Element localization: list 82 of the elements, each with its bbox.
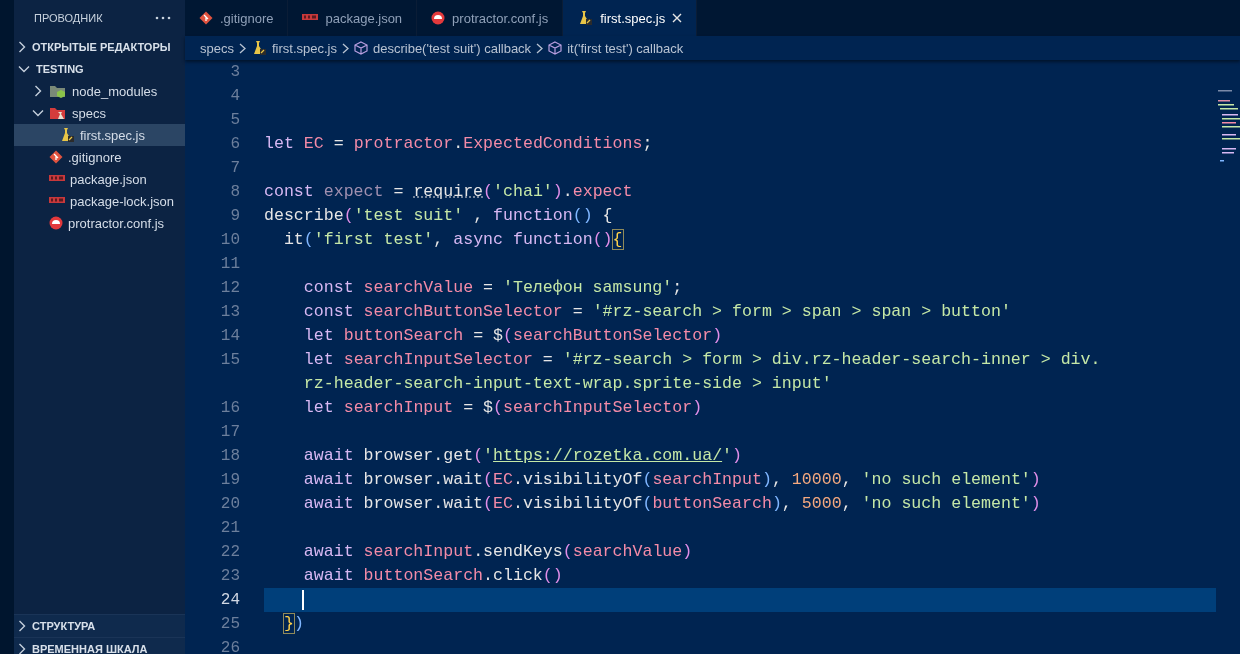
- more-icon[interactable]: [155, 16, 171, 20]
- sidebar-title: ПРОВОДНИК: [34, 12, 103, 24]
- line-number: 26: [219, 639, 240, 654]
- line-number: 14: [219, 327, 240, 345]
- cube-icon: [548, 41, 563, 55]
- line-number: 16: [219, 399, 240, 417]
- editor-tab[interactable]: first.spec.js: [563, 0, 698, 36]
- code-line: rz-header-search-input-text-wrap.sprite-side > input': [302, 373, 832, 395]
- close-icon[interactable]: [672, 13, 683, 23]
- code-line: }): [282, 613, 304, 635]
- code-line: let searchInput = $(searchInputSelector): [302, 397, 703, 419]
- code-line: const searchValue = 'Телефон samsung';: [302, 277, 683, 299]
- code-line: await searchInput.sendKeys(searchValue): [302, 541, 693, 563]
- npm-icon: [49, 175, 65, 183]
- chevron-down-icon: [32, 109, 44, 117]
- line-number: 8: [229, 183, 240, 201]
- line-number: 6: [229, 135, 240, 153]
- line-number: 15: [219, 351, 240, 369]
- line-number: 13: [219, 303, 240, 321]
- code-line: describe('test suit' , function() {: [264, 205, 613, 227]
- file-tree-item[interactable]: package-lock.json: [14, 190, 185, 212]
- chevron-right-icon: [342, 42, 349, 54]
- code-line: await browser.wait(EC.visibilityOf(searchInput), 10000, 'no such element'): [302, 469, 1041, 491]
- chevron-right-icon: [18, 620, 26, 632]
- chevron-right-icon: [18, 41, 26, 53]
- line-number: 10: [219, 231, 240, 249]
- flask-icon: [59, 127, 75, 143]
- code-line: let EC = protractor.ExpectedConditions;: [264, 133, 653, 155]
- line-number: 11: [219, 255, 240, 273]
- line-number: 19: [219, 471, 240, 489]
- line-number: 20: [219, 495, 240, 513]
- git-diamond-icon: [199, 11, 213, 25]
- text-cursor: [302, 590, 304, 610]
- line-number: 21: [219, 519, 240, 537]
- folder-icon: [49, 106, 67, 120]
- chevron-right-icon: [18, 643, 26, 654]
- file-tree-item[interactable]: first.spec.js: [14, 124, 185, 146]
- chevron-right-icon: [34, 85, 42, 97]
- protractor-icon: [49, 216, 63, 230]
- line-number: 17: [219, 423, 240, 441]
- git-diamond-icon: [49, 150, 63, 164]
- section-header[interactable]: ВРЕМЕННАЯ ШКАЛА: [14, 637, 185, 654]
- code-line: await browser.wait(EC.visibilityOf(buttonSearch), 5000, 'no such element'): [302, 493, 1041, 515]
- protractor-icon: [431, 11, 446, 25]
- breadcrumb-item[interactable]: specs: [200, 40, 234, 56]
- chevron-right-icon: [536, 42, 544, 54]
- flask-icon: [577, 10, 594, 26]
- line-number: 24: [219, 591, 240, 609]
- folder-icon: [49, 84, 67, 98]
- chevron-down-icon: [18, 65, 30, 73]
- file-tree-item[interactable]: .gitignore: [14, 146, 185, 168]
- breadcrumb-item[interactable]: describe('test suit') callback: [354, 40, 532, 56]
- npm-icon: [49, 197, 65, 205]
- code-line: const expect = require('chai').expect: [264, 181, 633, 203]
- line-number: 22: [219, 543, 240, 561]
- breadcrumb-item[interactable]: first.spec.js: [250, 40, 337, 56]
- line-number: 9: [229, 207, 240, 225]
- line-number: 7: [229, 159, 240, 177]
- file-tree-item[interactable]: package.json: [14, 168, 185, 190]
- breadcrumb-item[interactable]: it('first test') callback: [548, 40, 684, 56]
- section-header[interactable]: TESTING: [14, 58, 185, 80]
- chevron-right-icon: [238, 42, 246, 54]
- npm-icon: [302, 14, 319, 22]
- code-line: let searchInputSelector = '#rz-search > form > div.rz-header-search-inner > div.: [302, 349, 1101, 371]
- cube-icon: [354, 41, 368, 55]
- code-line: const searchButtonSelector = '#rz-search > form > span > span > button': [302, 301, 1011, 323]
- code-line: await buttonSearch.click(): [302, 565, 563, 587]
- section-header[interactable]: СТРУКТУРА: [14, 614, 185, 637]
- line-number: 23: [219, 567, 240, 585]
- line-number: 3: [229, 63, 240, 81]
- section-header[interactable]: ОТКРЫТЫЕ РЕДАКТОРЫ: [14, 36, 185, 58]
- code-line: await browser.get('https://rozetka.com.ua/'): [302, 445, 743, 467]
- code-line: let buttonSearch = $(searchButtonSelector): [302, 325, 723, 347]
- line-number: 25: [219, 615, 240, 633]
- file-tree-item[interactable]: specs: [14, 102, 185, 124]
- file-tree-item[interactable]: protractor.conf.js: [14, 212, 185, 234]
- file-tree-item[interactable]: node_modules: [14, 80, 185, 102]
- code-line: it('first test', async function(){: [282, 229, 623, 251]
- line-number: 4: [229, 87, 240, 105]
- line-number: 18: [219, 447, 240, 465]
- line-number: 5: [229, 111, 240, 129]
- line-number: 12: [219, 279, 240, 297]
